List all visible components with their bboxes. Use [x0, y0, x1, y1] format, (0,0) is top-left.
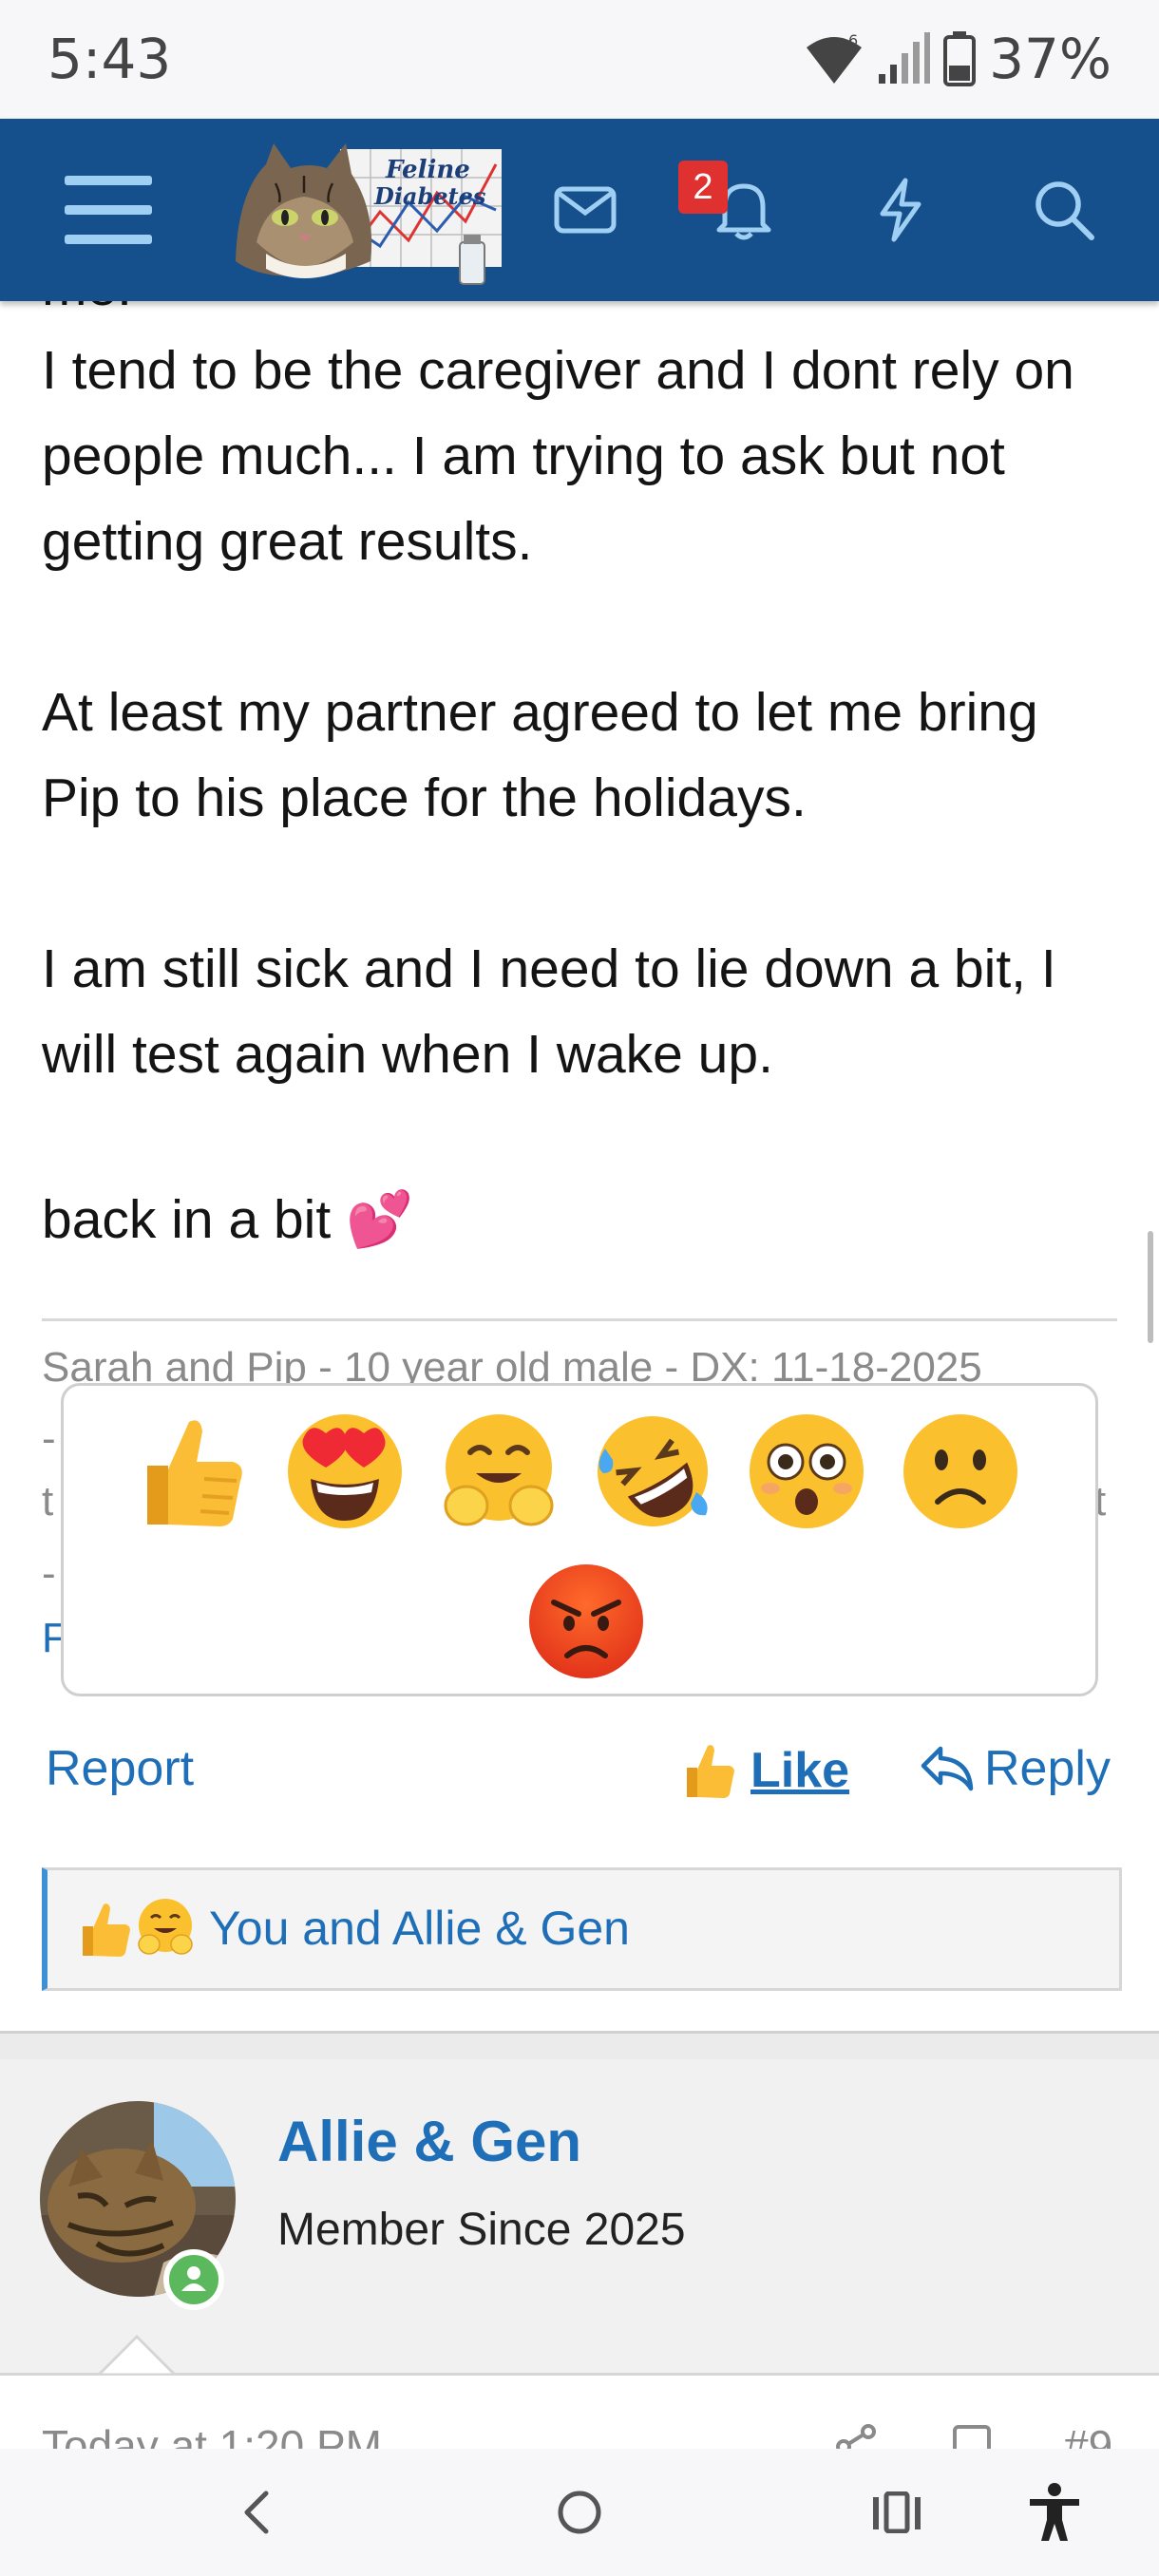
reaction-angry[interactable] [520, 1555, 653, 1688]
thumbs-up-icon [687, 1745, 734, 1798]
reaction-sad[interactable] [894, 1405, 1027, 1538]
post-last-line: back in a bit 💕 [42, 1177, 1125, 1262]
reaction-wow[interactable] [740, 1405, 873, 1538]
logo-text-1: Feline [385, 156, 470, 184]
reaction-like[interactable] [124, 1405, 257, 1538]
search-icon [1036, 181, 1094, 240]
signature-fragment: - [42, 1550, 56, 1597]
report-link[interactable]: Report [46, 1740, 194, 1797]
site-logo[interactable]: Feline Diabetes [228, 136, 505, 288]
signature-fragment: - [42, 1415, 56, 1462]
svg-text:6: 6 [848, 32, 858, 49]
signal-icon [879, 32, 931, 84]
reply-label[interactable]: Reply [984, 1740, 1111, 1797]
next-post-userbox: Allie & Gen Member Since 2025 [0, 2059, 1159, 2376]
flushed-face-icon [750, 1414, 864, 1528]
reply-button[interactable]: Reply [920, 1740, 1111, 1797]
hugging-face-icon [444, 1414, 554, 1526]
post-paragraph: At least my partner agreed to let me bri… [42, 682, 1038, 828]
whats-new-button[interactable] [864, 119, 937, 301]
signature-fragment: t [42, 1478, 54, 1525]
member-since: Member Since 2025 [277, 2205, 686, 2255]
reactions-text[interactable]: You and Allie & Gen [209, 1901, 630, 1956]
wifi-icon: 6 [807, 32, 863, 84]
scrollbar-thumb[interactable] [1148, 1231, 1153, 1343]
heart-eyes-emoji-icon [288, 1414, 402, 1528]
status-time: 5:43 [48, 27, 172, 91]
mail-icon [554, 186, 617, 234]
post-body: me. I tend to be the caregiver and I don… [42, 256, 1125, 1262]
frowning-face-icon [903, 1414, 1017, 1528]
reaction-hug[interactable] [432, 1405, 565, 1538]
like-button[interactable]: Like [680, 1740, 849, 1801]
battery-percent: 37% [989, 27, 1112, 91]
battery-icon [943, 31, 977, 86]
angry-face-icon [529, 1564, 643, 1678]
feline-diabetes-logo: Feline Diabetes [236, 143, 502, 285]
top-nav: Feline Diabetes 2 [0, 119, 1159, 301]
userbox-pointer [99, 2335, 175, 2375]
menu-icon [65, 176, 152, 244]
back-button[interactable] [228, 2449, 285, 2576]
online-status-badge [163, 2249, 224, 2310]
thumbs-up-icon [83, 1904, 130, 1957]
status-icons: 6 37% [805, 27, 1112, 91]
reaction-picker [61, 1383, 1098, 1696]
rolling-laughing-icon [598, 1416, 708, 1526]
signature-divider [42, 1318, 1117, 1321]
post-paragraph: I tend to be the caregiver and I dont re… [42, 340, 1074, 572]
system-nav-bar [0, 2449, 1159, 2576]
home-button[interactable] [551, 2449, 608, 2576]
post-paragraph: I am still sick and I need to lie down a… [42, 938, 1056, 1085]
two-hearts-emoji: 💕 [346, 1188, 414, 1251]
user-icon [181, 2266, 206, 2291]
reaction-haha[interactable] [586, 1405, 719, 1538]
search-button[interactable] [1026, 119, 1102, 301]
recents-icon [873, 2491, 921, 2533]
logo-text-2: Diabetes [373, 182, 486, 210]
accessibility-button[interactable] [1026, 2449, 1083, 2576]
like-label[interactable]: Like [750, 1742, 849, 1799]
back-icon [244, 2491, 269, 2534]
thumbs-up-icon [147, 1420, 242, 1526]
home-icon [558, 2491, 601, 2534]
hugging-face-icon [138, 1899, 193, 1955]
post-last-text: back in a bit [42, 1189, 332, 1250]
inbox-button[interactable] [549, 119, 621, 301]
alert-count-badge: 2 [678, 161, 728, 214]
reply-arrow-icon [921, 1746, 974, 1791]
username-link[interactable]: Allie & Gen [277, 2109, 581, 2174]
status-bar: 5:43 6 37% [0, 0, 1159, 119]
accessibility-icon [1030, 2483, 1079, 2541]
reaction-love[interactable] [278, 1405, 411, 1538]
bolt-icon [880, 178, 922, 242]
recents-button[interactable] [868, 2449, 925, 2576]
menu-button[interactable] [63, 119, 154, 301]
reactions-summary[interactable]: You and Allie & Gen [42, 1867, 1122, 1991]
